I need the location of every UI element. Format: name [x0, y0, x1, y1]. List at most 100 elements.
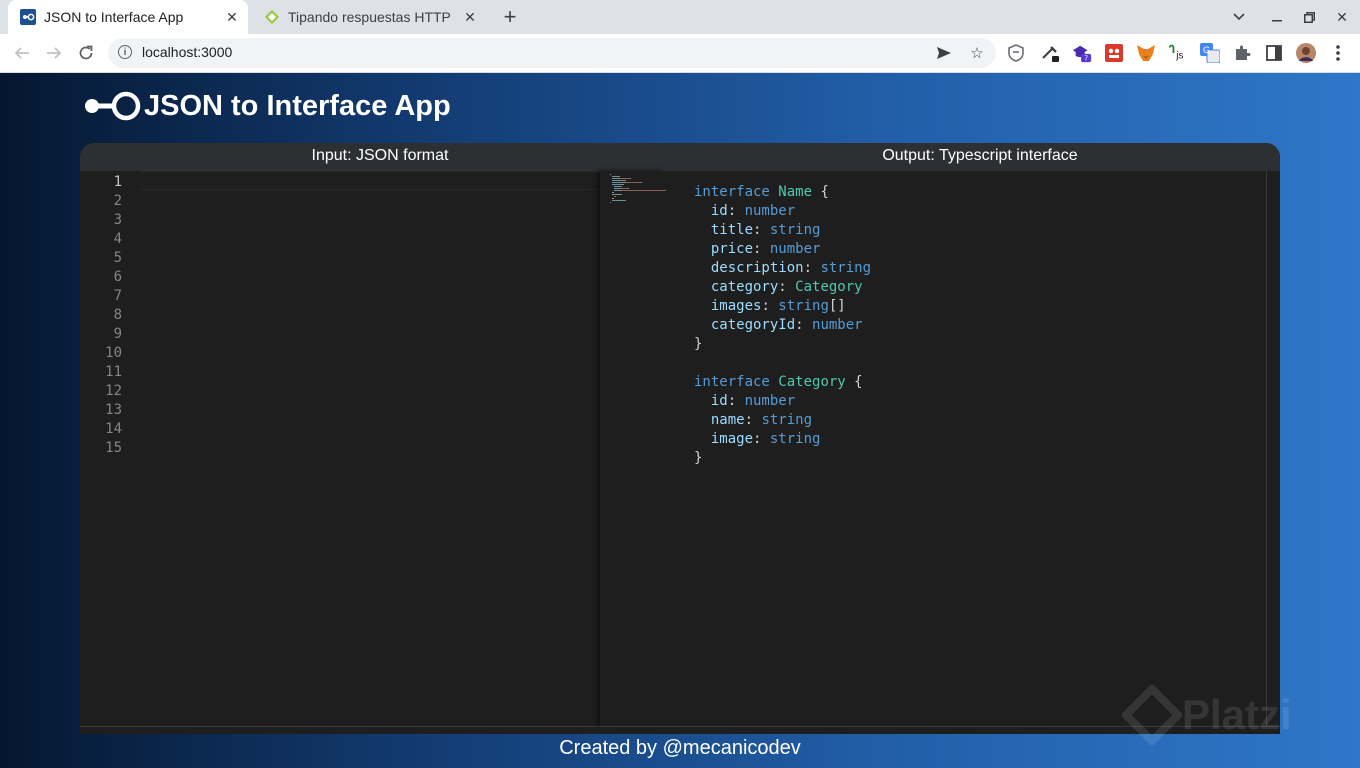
output-line: title: string — [711, 221, 821, 240]
restore-icon[interactable] — [1293, 0, 1325, 34]
forward-icon[interactable] — [42, 41, 66, 65]
tab-tipando-respuestas[interactable]: Tipando respuestas HTTP ✕ — [252, 0, 486, 34]
close-tab-icon[interactable]: ✕ — [222, 9, 242, 26]
output-token: : — [778, 279, 796, 295]
app-logo-icon — [85, 91, 141, 121]
minimap-token — [614, 196, 616, 197]
output-line: image: string — [711, 430, 821, 449]
close-tab-icon[interactable]: ✕ — [460, 9, 480, 26]
output-line: description: string — [711, 259, 871, 278]
line-number: 14 — [105, 421, 122, 437]
line-number: 3 — [113, 212, 122, 228]
output-token: : — [753, 222, 770, 238]
typescript-output-editor[interactable]: interface Name {id: number title: string p… — [666, 171, 1280, 726]
translate-icon[interactable]: G — [1200, 43, 1220, 63]
output-line: categoryId: number — [711, 316, 863, 335]
output-line: id: number — [711, 392, 795, 411]
output-token: Category — [778, 374, 846, 390]
minimap-token — [612, 200, 623, 201]
menu-icon[interactable] — [1328, 43, 1348, 63]
watermark-text: Platzi — [1182, 691, 1292, 738]
panel-header: Input: JSON format Output: Typescript in… — [80, 143, 1280, 171]
output-token: : — [727, 203, 745, 219]
input-header: Input: JSON format — [311, 147, 449, 164]
output-token: image — [710, 431, 754, 447]
line-number: 12 — [105, 383, 122, 399]
shield-icon[interactable] — [1006, 43, 1026, 63]
site-info-icon[interactable]: i — [118, 45, 132, 59]
minimap-token — [612, 182, 624, 183]
output-token: price — [710, 241, 754, 257]
platzi-watermark: Platzi — [1122, 685, 1292, 745]
address-bar[interactable]: i localhost:3000 ☆ — [108, 38, 996, 68]
star-icon[interactable]: ☆ — [967, 43, 987, 63]
output-token: category — [710, 279, 779, 295]
output-token: { — [845, 374, 863, 390]
output-token: number — [812, 317, 863, 333]
tab-title: Tipando respuestas HTTP — [288, 9, 451, 25]
line-number: 4 — [113, 231, 122, 247]
tab-strip: JSON to Interface App ✕ Tipando respuest… — [0, 0, 1360, 34]
output-token: : — [744, 412, 762, 428]
line-number: 8 — [113, 307, 122, 323]
minimize-icon[interactable] — [1261, 0, 1293, 34]
page-title: JSON to Interface App — [144, 89, 451, 122]
output-token: description — [710, 260, 804, 276]
eyedropper-icon[interactable] — [1040, 43, 1060, 63]
browser-toolbar: i localhost:3000 ☆ 7 js G — [0, 34, 1360, 73]
minimap-token — [610, 202, 611, 203]
output-header: Output: Typescript interface — [882, 147, 1078, 164]
minimap[interactable] — [600, 171, 667, 726]
url-text[interactable]: localhost:3000 — [142, 44, 232, 60]
output-token: [] — [828, 298, 846, 314]
json-input-editor[interactable]: 123456789101112131415 {"id": 1,"title": … — [80, 171, 667, 726]
output-token: title — [710, 222, 754, 238]
line-number: 2 — [113, 193, 122, 209]
output-token: : — [795, 317, 813, 333]
output-token: name — [710, 412, 745, 428]
minimap-token — [612, 192, 614, 193]
graduation-icon[interactable]: 7 — [1072, 43, 1092, 63]
platzi-logo-icon — [1122, 685, 1182, 745]
minimap-token — [628, 188, 629, 189]
app-page: JSON to Interface App Input: JSON format… — [0, 73, 1360, 768]
send-icon[interactable] — [934, 43, 954, 63]
diamond-favicon-icon — [264, 9, 280, 25]
output-line: name: string — [711, 411, 812, 430]
output-token: categoryId — [710, 317, 796, 333]
output-token: : — [727, 393, 745, 409]
current-line-highlight — [140, 171, 666, 190]
line-number: 5 — [113, 250, 122, 266]
minimap-token — [641, 182, 642, 183]
output-scrollbar[interactable] — [1266, 171, 1280, 726]
sidepanel-icon[interactable] — [1264, 43, 1284, 63]
extension-badge: 7 — [1084, 54, 1088, 63]
output-line: interface Category { — [694, 373, 863, 392]
back-icon[interactable] — [10, 41, 34, 65]
output-token: : — [803, 260, 821, 276]
new-tab-icon[interactable]: + — [498, 5, 522, 29]
converter-panel: Input: JSON format Output: Typescript in… — [80, 143, 1280, 734]
horizontal-scrollbar[interactable] — [80, 726, 1280, 734]
puzzle-icon[interactable] — [1232, 43, 1252, 63]
fox-icon[interactable] — [1136, 43, 1156, 63]
tab-json-to-interface[interactable]: JSON to Interface App ✕ — [8, 0, 248, 34]
minimap-token — [626, 182, 641, 183]
minimap-token — [612, 184, 621, 185]
extension-red-icon[interactable] — [1104, 43, 1124, 63]
minimap-token — [612, 198, 614, 199]
output-token: : — [753, 431, 770, 447]
reload-icon[interactable] — [74, 41, 98, 65]
minimap-token — [621, 188, 628, 189]
js-icon[interactable]: js — [1168, 43, 1188, 63]
output-token: Category — [795, 279, 863, 295]
avatar[interactable] — [1296, 43, 1316, 63]
minimap-token — [621, 186, 622, 187]
minimap-token — [612, 194, 619, 195]
minimap-token — [625, 200, 626, 201]
close-window-icon[interactable]: ✕ — [1326, 0, 1358, 34]
output-line: } — [694, 449, 702, 468]
output-token: { — [812, 184, 829, 200]
tab-search-icon[interactable] — [1223, 0, 1255, 34]
output-token: interface — [694, 374, 779, 390]
